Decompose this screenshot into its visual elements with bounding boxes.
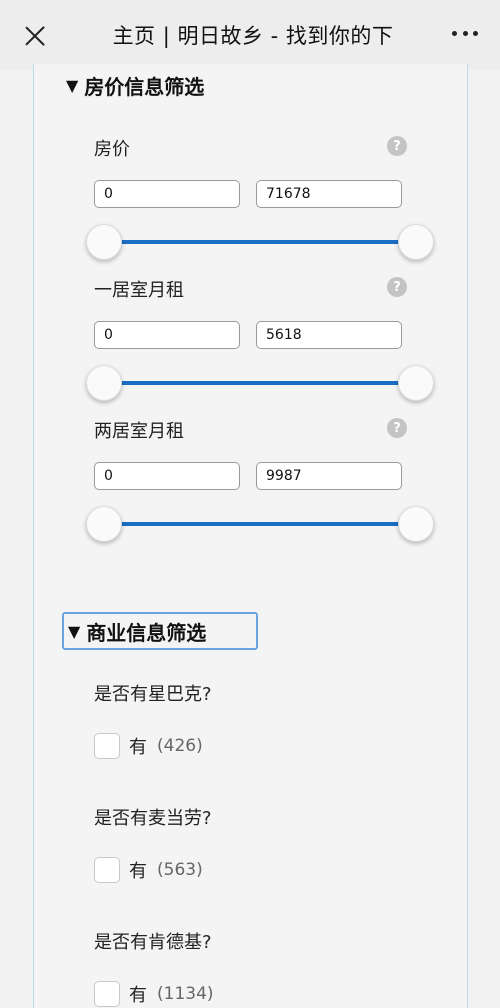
business-filter-toggle[interactable]: ▼ 商业信息筛选 — [62, 612, 258, 650]
more-options-icon[interactable] — [452, 31, 478, 39]
option-count: (426) — [157, 736, 203, 756]
help-icon[interactable]: ? — [387, 136, 407, 156]
1br-rent-min-input[interactable]: 0 — [94, 321, 240, 349]
slider-max-handle[interactable] — [398, 224, 434, 260]
option-row-starbucks[interactable]: 有 (426) — [94, 731, 203, 761]
section-heading: 房价信息筛选 — [84, 74, 205, 99]
option-row-mcdonalds[interactable]: 有 (563) — [94, 855, 203, 885]
question-kfc: 是否有肯德基? — [94, 932, 212, 953]
house-price-max-input[interactable]: 71678 — [256, 180, 402, 208]
question-mcdonalds: 是否有麦当劳? — [94, 808, 212, 829]
2br-rent-range-slider[interactable] — [86, 504, 434, 544]
1br-rent-range-slider[interactable] — [86, 363, 434, 403]
house-filter-toggle[interactable]: ▼ 房价信息筛选 — [62, 66, 208, 104]
slider-track — [106, 522, 406, 526]
page-title: 主页 | 明日故乡 - 找到你的下 — [112, 24, 394, 48]
slider-min-handle[interactable] — [86, 224, 122, 260]
slider-max-handle[interactable] — [398, 365, 434, 401]
dot-icon — [473, 31, 478, 36]
dot-icon — [462, 31, 468, 36]
1br-rent-max-input[interactable]: 5618 — [256, 321, 402, 349]
slider-max-handle[interactable] — [398, 506, 434, 542]
slider-track — [106, 381, 406, 385]
option-label: 有 — [129, 737, 147, 758]
field-label-2br-rent: 两居室月租 — [94, 421, 184, 442]
house-price-min-input[interactable]: 0 — [94, 180, 240, 208]
close-icon[interactable] — [20, 21, 50, 51]
option-row-kfc[interactable]: 有 (1134) — [94, 979, 214, 1008]
mcdonalds-checkbox[interactable] — [94, 857, 120, 883]
kfc-checkbox[interactable] — [94, 981, 120, 1007]
collapse-triangle-icon: ▼ — [66, 75, 79, 95]
option-label: 有 — [129, 861, 147, 882]
field-label-1br-rent: 一居室月租 — [94, 280, 184, 301]
section-heading: 商业信息筛选 — [86, 620, 207, 645]
question-starbucks: 是否有星巴克? — [94, 684, 212, 705]
filter-panel: ▼ 房价信息筛选 房价 ? 0 71678 一居室月租 ? 0 5618 两居室… — [33, 64, 468, 1008]
house-price-range-slider[interactable] — [86, 222, 434, 262]
help-icon[interactable]: ? — [387, 418, 407, 438]
dot-icon — [452, 31, 457, 36]
collapse-triangle-icon: ▼ — [68, 621, 81, 641]
field-label-house-price: 房价 — [94, 139, 130, 160]
2br-rent-max-input[interactable]: 9987 — [256, 462, 402, 490]
option-label: 有 — [129, 985, 147, 1006]
slider-min-handle[interactable] — [86, 506, 122, 542]
starbucks-checkbox[interactable] — [94, 733, 120, 759]
slider-track — [106, 240, 406, 244]
slider-min-handle[interactable] — [86, 365, 122, 401]
help-icon[interactable]: ? — [387, 277, 407, 297]
2br-rent-min-input[interactable]: 0 — [94, 462, 240, 490]
option-count: (1134) — [157, 984, 214, 1004]
option-count: (563) — [157, 860, 203, 880]
top-bar: 主页 | 明日故乡 - 找到你的下 — [0, 0, 500, 70]
